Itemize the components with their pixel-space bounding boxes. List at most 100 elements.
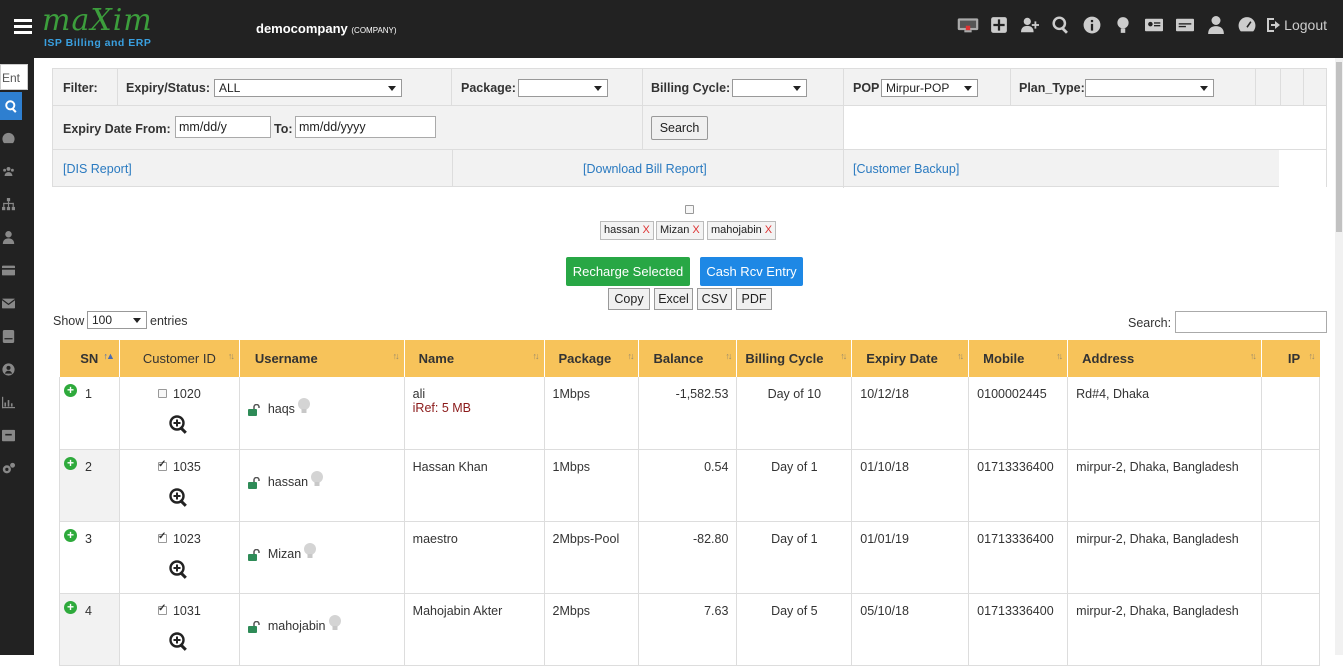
expiry-from-input[interactable]: mm/dd/y: [175, 116, 271, 138]
sidebar-mail-icon[interactable]: [1, 297, 16, 311]
username-value[interactable]: haqs: [268, 402, 295, 416]
customer-table: SN ↑▲ Customer ID ↑↓ Username ↑↓ Name ↑↓ Pac…: [59, 340, 1321, 666]
col-address[interactable]: Address ↑↓: [1067, 340, 1262, 377]
sn-cell: +2: [59, 449, 120, 522]
customer-id-cell: 1031: [118, 593, 240, 666]
col-name[interactable]: Name ↑↓: [403, 340, 545, 377]
col-billing-cycle[interactable]: Billing Cycle ↑↓: [736, 340, 852, 377]
recharge-selected-button[interactable]: Recharge Selected: [566, 257, 690, 286]
scrollbar-thumb[interactable]: [1336, 62, 1342, 232]
sidebar-users-icon[interactable]: [2, 165, 16, 179]
row-checkbox[interactable]: [157, 603, 167, 615]
menu-toggle-icon[interactable]: [14, 19, 32, 35]
expiry-status-select[interactable]: ALL: [214, 79, 402, 97]
page-scrollbar[interactable]: [1335, 58, 1343, 655]
logo[interactable]: maXim ISP Billing and ERP: [42, 4, 172, 50]
download-bill-report-link[interactable]: [Download Bill Report]: [583, 162, 707, 176]
table-search-input[interactable]: [1175, 311, 1327, 333]
package-cell: 2Mbps: [543, 593, 640, 666]
logout-button[interactable]: Logout: [1266, 17, 1327, 33]
expand-row-icon[interactable]: +: [64, 528, 77, 542]
user-icon[interactable]: [1205, 14, 1227, 36]
username-value[interactable]: hassan: [268, 475, 308, 489]
chip-remove-button[interactable]: X: [642, 224, 649, 236]
billing-cycle-cell: Day of 10: [736, 377, 853, 450]
lock-open-icon[interactable]: [247, 476, 260, 489]
select-all-checkbox[interactable]: [685, 205, 694, 214]
package-cell: 1Mbps: [543, 449, 640, 522]
divider: [117, 69, 118, 105]
bulb-icon[interactable]: [310, 470, 324, 488]
csv-button[interactable]: CSV: [697, 288, 732, 310]
pop-label: POP: [853, 81, 880, 95]
sidebar-sitemap-icon[interactable]: [2, 198, 16, 212]
monitor-icon[interactable]: [957, 14, 979, 36]
zoom-icon[interactable]: [169, 487, 189, 508]
copy-button[interactable]: Copy: [608, 288, 650, 310]
chip-remove-button[interactable]: X: [692, 224, 699, 236]
expand-row-icon[interactable]: +: [64, 600, 77, 614]
dis-report-link[interactable]: [DIS Report]: [63, 162, 132, 176]
sidebar-search-button[interactable]: [0, 92, 22, 120]
cash-rcv-entry-button[interactable]: Cash Rcv Entry: [700, 257, 803, 286]
zoom-icon[interactable]: [169, 415, 189, 435]
customer-backup-link[interactable]: [Customer Backup]: [853, 162, 959, 176]
username-value[interactable]: Mizan: [268, 547, 301, 561]
lock-open-icon[interactable]: [247, 620, 260, 633]
lock-open-icon[interactable]: [247, 548, 260, 561]
sidebar-box-icon[interactable]: [2, 429, 16, 443]
sidebar-profile-icon[interactable]: [2, 363, 16, 377]
bulb-icon[interactable]: [1112, 14, 1134, 36]
zoom-icon[interactable]: [169, 559, 189, 580]
col-label: Package: [558, 351, 612, 366]
sidebar-chart-icon[interactable]: [2, 396, 16, 410]
chip-remove-button[interactable]: X: [765, 224, 772, 236]
row-checkbox[interactable]: [157, 531, 167, 543]
search-button[interactable]: Search: [651, 116, 708, 140]
excel-button[interactable]: Excel: [654, 288, 693, 310]
sidebar-search-input[interactable]: Ent: [0, 64, 28, 90]
info-icon[interactable]: [1081, 14, 1103, 36]
entries-select[interactable]: 100: [87, 311, 147, 329]
table-row: +4 1031 mahojabin Mahojabin Akter 2Mbps …: [59, 593, 1321, 666]
billing-icon[interactable]: [1174, 14, 1196, 36]
col-sn[interactable]: SN ↑▲: [59, 340, 120, 377]
sidebar-server-icon[interactable]: [2, 330, 16, 344]
col-balance[interactable]: Balance ↑↓: [638, 340, 737, 377]
expiry-from-label: Expiry Date From:: [63, 122, 171, 136]
expand-row-icon[interactable]: +: [64, 456, 77, 470]
username-value[interactable]: mahojabin: [268, 619, 326, 633]
blank-cell: [1279, 150, 1326, 187]
row-checkbox[interactable]: [157, 459, 167, 471]
plan-type-select[interactable]: [1085, 79, 1214, 97]
package-select[interactable]: [518, 79, 608, 97]
sidebar-user-icon[interactable]: [2, 231, 16, 245]
ip-cell: [1260, 377, 1321, 450]
zoom-icon[interactable]: [169, 631, 189, 652]
col-package[interactable]: Package ↑↓: [543, 340, 639, 377]
id-card-icon[interactable]: [1143, 14, 1165, 36]
sidebar-card-icon[interactable]: [2, 264, 16, 278]
col-customer-id[interactable]: Customer ID ↑↓: [118, 340, 240, 377]
pdf-button[interactable]: PDF: [736, 288, 772, 310]
col-mobile[interactable]: Mobile ↑↓: [968, 340, 1068, 377]
col-username[interactable]: Username ↑↓: [238, 340, 405, 377]
col-ip[interactable]: IP ↑↓: [1260, 340, 1320, 377]
expand-row-icon[interactable]: +: [64, 384, 77, 397]
bulb-icon[interactable]: [303, 542, 317, 560]
bulb-icon[interactable]: [297, 397, 311, 415]
search-icon[interactable]: [1050, 14, 1072, 36]
add-user-icon[interactable]: [1019, 14, 1041, 36]
sidebar-settings-icon[interactable]: [2, 462, 16, 476]
bulb-icon[interactable]: [328, 614, 342, 632]
billing-cycle-select[interactable]: [732, 79, 807, 97]
pop-select[interactable]: Mirpur-POP: [881, 79, 978, 97]
col-expiry-date[interactable]: Expiry Date ↑↓: [851, 340, 969, 377]
plus-box-icon[interactable]: [988, 14, 1010, 36]
table-row: +1 1020 haqs ali iRef: 5 MB 1Mbps -1,582.…: [59, 377, 1321, 450]
dashboard-icon[interactable]: [1236, 14, 1258, 36]
sidebar-dashboard-icon[interactable]: [2, 132, 16, 146]
row-checkbox[interactable]: [157, 389, 167, 398]
lock-open-icon[interactable]: [247, 404, 260, 416]
expiry-to-input[interactable]: mm/dd/yyyy: [295, 116, 436, 138]
